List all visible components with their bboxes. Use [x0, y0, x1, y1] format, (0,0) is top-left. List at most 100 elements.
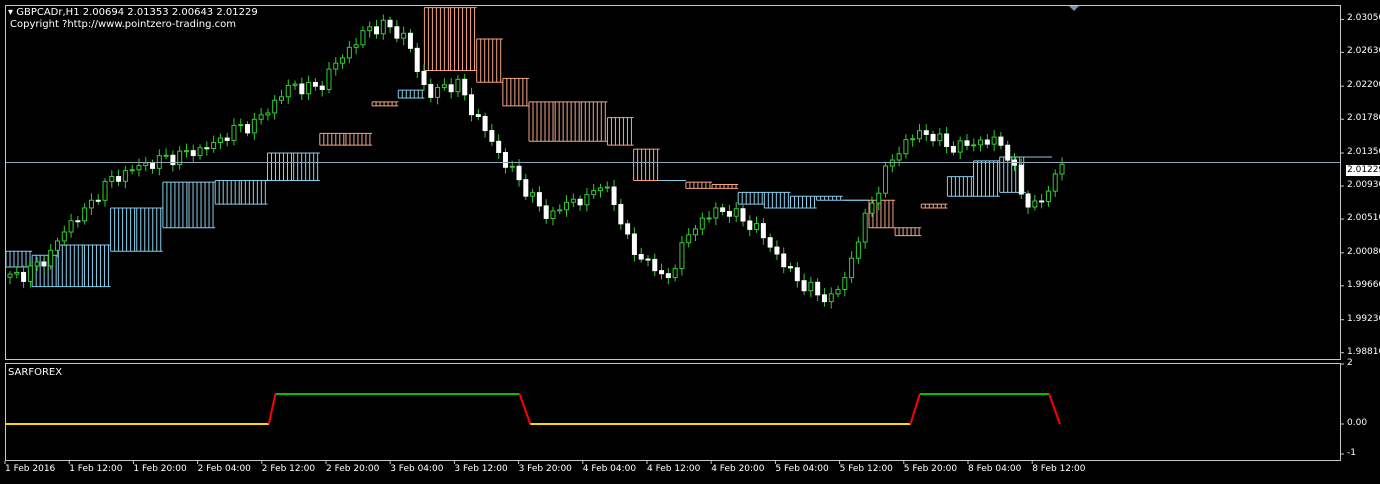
candle-body	[156, 155, 162, 169]
candle-body	[754, 223, 760, 230]
symbol-label: GBPCADr,H1	[16, 7, 80, 18]
candle-body	[75, 220, 81, 223]
time-tick-label: 5 Feb 12:00	[839, 464, 893, 474]
candle-body	[726, 210, 732, 217]
current-price-tag: 2.01229	[1346, 165, 1380, 176]
candle-body	[957, 140, 963, 153]
candle-body	[557, 209, 563, 212]
candle-body	[272, 99, 278, 114]
price-tick-label: 2.00510	[1347, 213, 1380, 224]
candle-body	[869, 202, 875, 214]
candle-body	[692, 228, 698, 236]
candle-body	[631, 233, 637, 256]
candle-body	[238, 124, 244, 127]
candle-body	[407, 32, 413, 49]
candle-body	[265, 112, 271, 116]
candle-body	[489, 130, 495, 142]
candle-body	[801, 280, 807, 292]
candle-body	[502, 151, 508, 168]
candle-body	[306, 81, 312, 95]
candle-body	[781, 253, 787, 268]
candle-body	[48, 249, 54, 267]
candle-body	[82, 207, 88, 222]
candle-body	[713, 207, 719, 219]
candle-body	[876, 192, 882, 204]
candle-body	[374, 26, 380, 35]
candle-body	[326, 68, 332, 90]
indicator-tick-label: -1	[1347, 448, 1356, 458]
candle-body	[883, 165, 889, 194]
candle-body	[299, 83, 305, 95]
candle-body	[211, 142, 217, 150]
candle-body	[815, 281, 821, 296]
chart-canvas[interactable]	[0, 0, 1380, 484]
candle-body	[496, 140, 502, 153]
candle-body	[190, 150, 196, 157]
candle-body	[27, 265, 33, 282]
candle-body	[896, 153, 902, 161]
candle-body	[1032, 200, 1038, 208]
sarforex-segment-switch	[909, 393, 921, 425]
candle-body	[509, 165, 515, 168]
price-tick-label: 1.99230	[1347, 313, 1380, 324]
time-tick-label: 8 Feb 12:00	[1032, 464, 1086, 474]
collapse-triangle-icon[interactable]: ▾	[8, 7, 13, 18]
time-tick-label: 2 Feb 12:00	[261, 464, 316, 474]
candle-body	[930, 133, 936, 142]
candle-body	[618, 203, 624, 225]
sarforex-segment-switch	[518, 393, 532, 425]
time-tick-label: 4 Feb 04:00	[582, 464, 637, 474]
candle-body	[991, 136, 997, 145]
candle-body	[1039, 200, 1045, 203]
candle-body	[611, 186, 617, 205]
candle-body	[394, 26, 400, 39]
candle-body	[197, 147, 203, 157]
candle-body	[1018, 164, 1024, 195]
candle-body	[523, 179, 529, 197]
candle-body	[706, 217, 712, 220]
candle-body	[659, 270, 665, 275]
candle-body	[760, 223, 766, 239]
candle-body	[862, 212, 868, 243]
candle-body	[150, 162, 156, 169]
price-tick-label: 2.02630	[1347, 46, 1380, 57]
candle-body	[971, 144, 977, 147]
time-tick-label: 5 Feb 04:00	[775, 464, 829, 474]
candle-body	[536, 192, 542, 207]
candle-body	[251, 118, 257, 134]
time-tick-label: 1 Feb 12:00	[69, 464, 123, 474]
candle-body	[55, 240, 61, 251]
price-tick-label: 2.00080	[1347, 246, 1380, 257]
candle-body	[14, 271, 20, 275]
candle-body	[720, 207, 726, 212]
candle-body	[61, 231, 67, 242]
candle-body	[122, 170, 128, 182]
candle-body	[910, 138, 916, 141]
candle-body	[577, 198, 583, 206]
candle-body	[665, 273, 671, 279]
candle-body	[625, 223, 631, 235]
candle-body	[937, 133, 943, 142]
candle-body	[978, 139, 984, 146]
time-tick-label: 2 Feb 20:00	[326, 464, 380, 474]
candle-body	[380, 19, 386, 35]
candle-body	[733, 208, 739, 217]
candle-body	[747, 220, 753, 230]
candle-body	[455, 78, 461, 93]
candle-body	[387, 19, 393, 28]
candle-body	[964, 140, 970, 146]
candle-body	[95, 199, 101, 202]
candle-body	[638, 254, 644, 260]
candle-body	[231, 124, 237, 141]
candle-body	[530, 192, 536, 197]
candle-body	[217, 137, 223, 144]
candle-body	[849, 257, 855, 279]
candle-body	[428, 84, 434, 98]
candle-body	[828, 293, 834, 303]
candle-body	[21, 271, 27, 282]
candle-body	[170, 154, 176, 166]
candle-body	[245, 124, 251, 134]
candle-body	[414, 47, 420, 72]
candle-body	[645, 258, 651, 261]
candle-body	[421, 70, 427, 86]
